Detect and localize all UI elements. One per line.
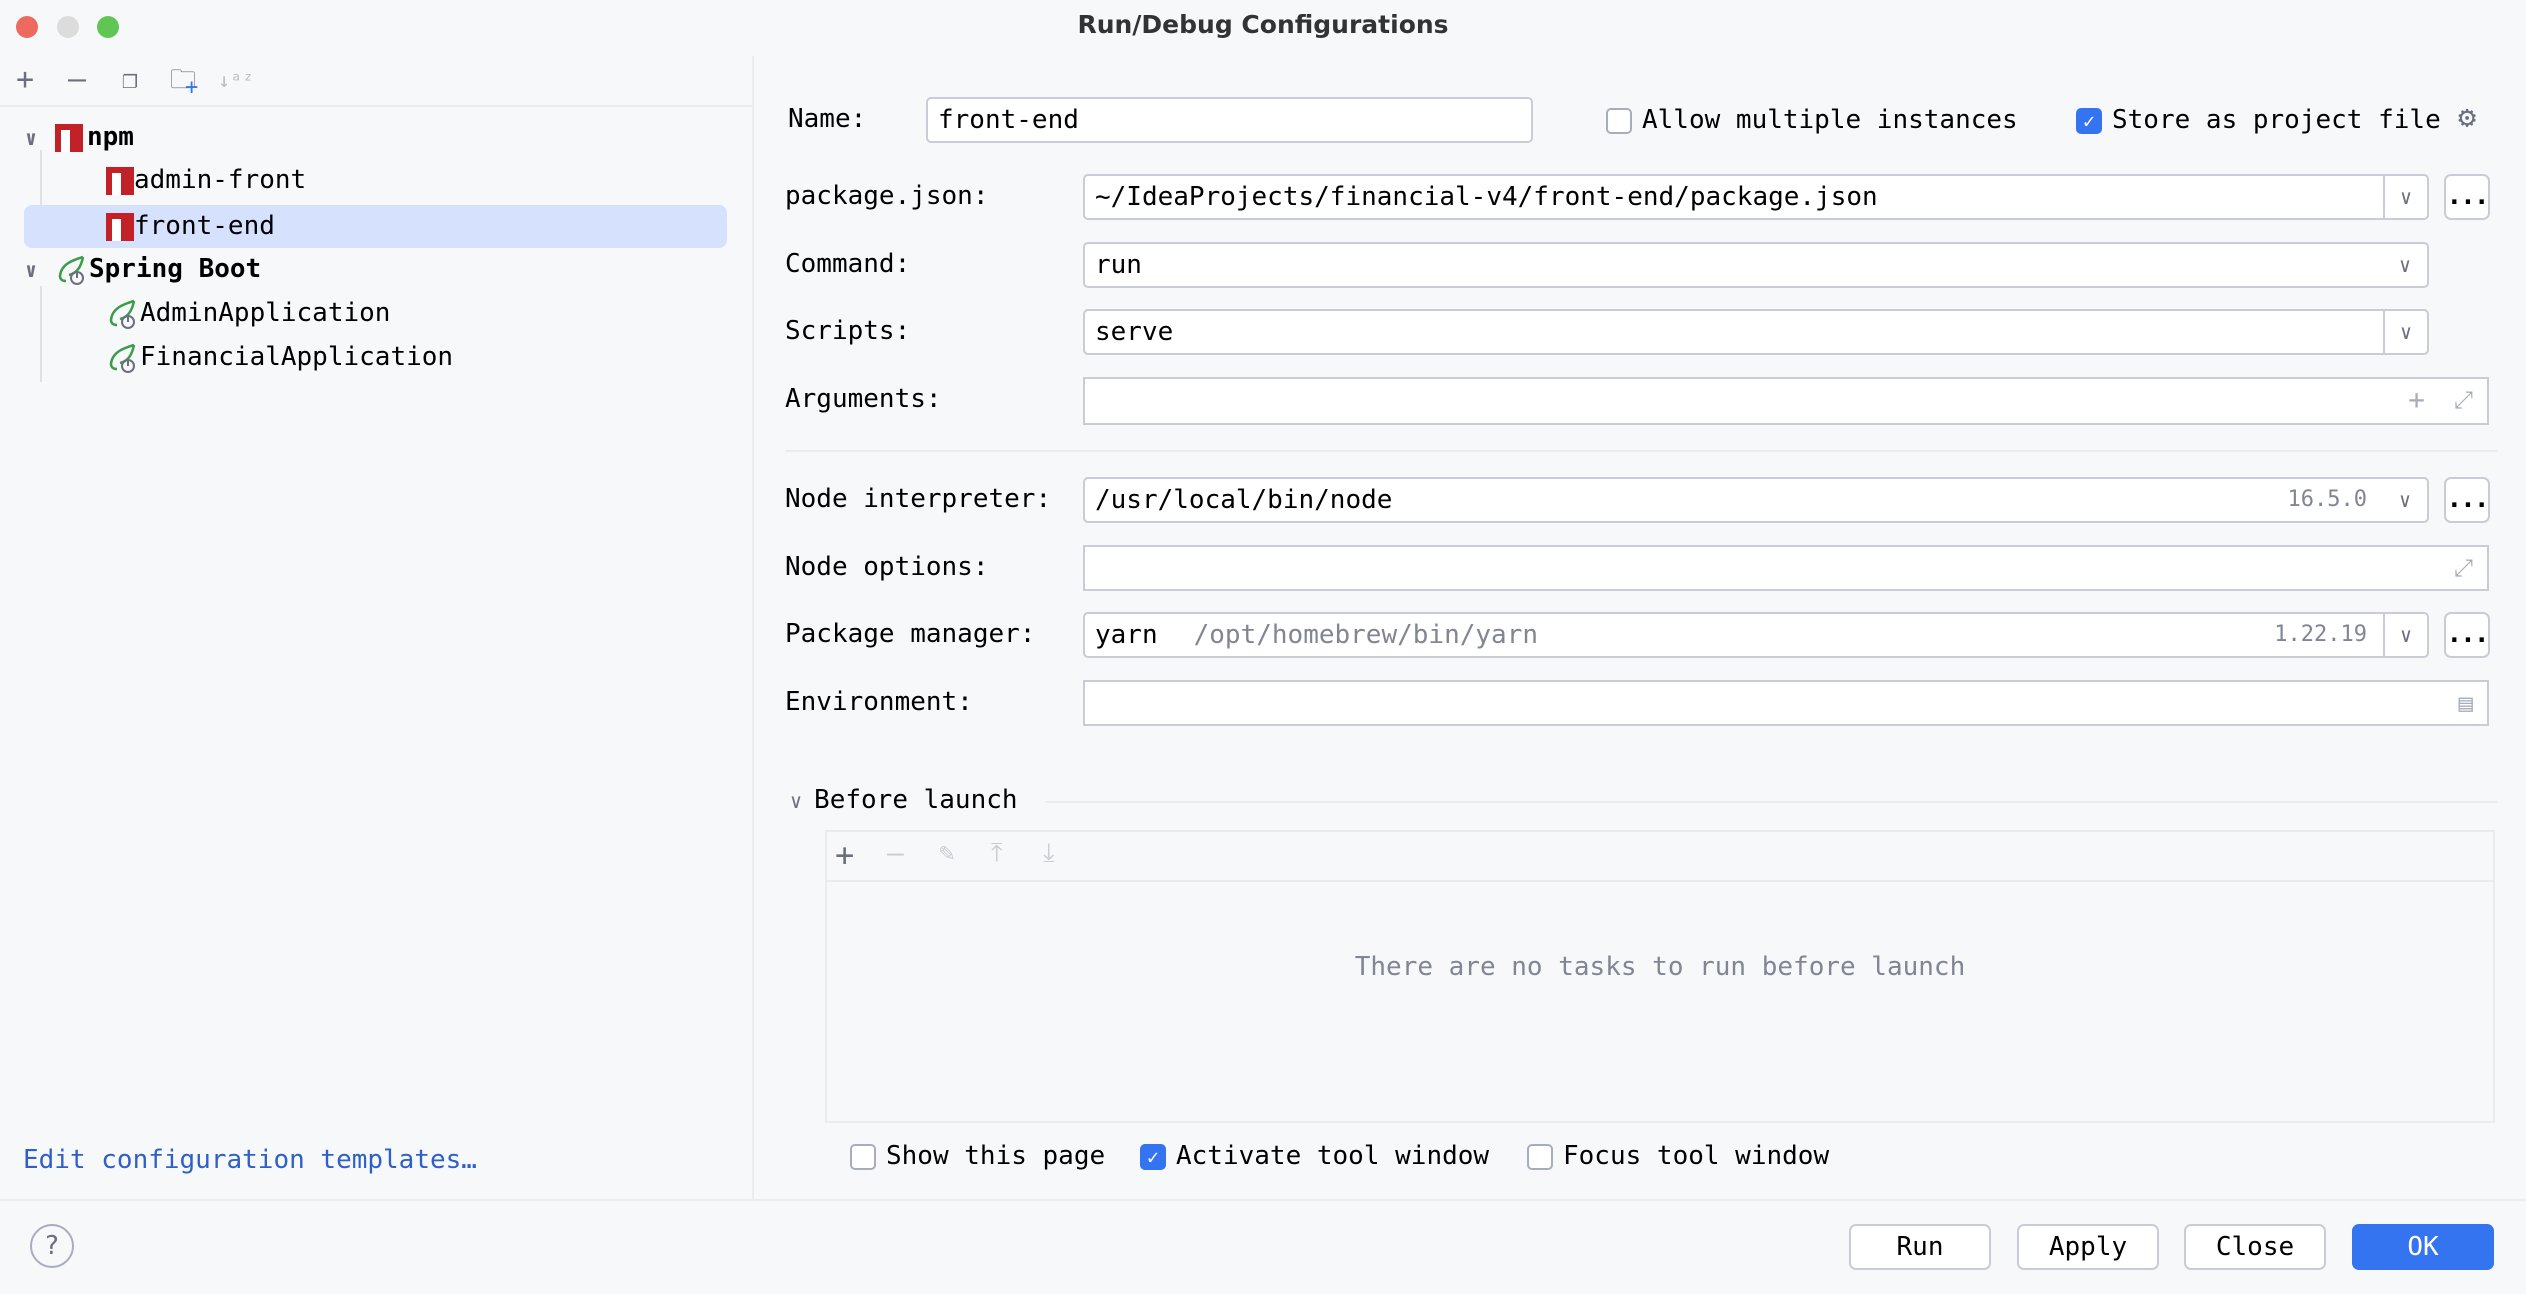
chevron-down-icon[interactable]: ∨ xyxy=(2383,244,2427,286)
focus-tool-checkbox[interactable]: Focus tool window xyxy=(1527,1136,1829,1176)
chevron-down-icon[interactable]: ∨ xyxy=(2383,176,2427,218)
tree-item-admin-front[interactable]: admin-front xyxy=(106,159,306,201)
tree-guide xyxy=(40,286,42,382)
section-separator xyxy=(785,450,2497,452)
activate-tool-checkbox[interactable]: ✓ Activate tool window xyxy=(1140,1136,1489,1176)
edit-templates-link[interactable]: Edit configuration templates… xyxy=(23,1145,477,1175)
expand-icon[interactable]: ⤢ xyxy=(2454,379,2473,421)
checkmark-icon[interactable]: ✓ xyxy=(2076,107,2102,134)
toolbar-separator xyxy=(0,105,752,107)
chevron-down-icon[interactable]: ∨ xyxy=(2383,479,2427,521)
move-up-icon[interactable]: ⤒ xyxy=(991,838,1003,869)
chevron-down-icon[interactable]: ∨ xyxy=(790,789,802,813)
spring-boot-icon xyxy=(58,255,85,285)
command-label: Command: xyxy=(785,249,911,279)
apply-button[interactable]: Apply xyxy=(2017,1224,2159,1270)
move-down-icon[interactable]: ⤓ xyxy=(1043,838,1055,869)
document-icon[interactable]: ▤ xyxy=(2459,682,2473,724)
tree-group-npm[interactable]: ∨ npm xyxy=(25,116,134,158)
node-options-input[interactable]: ⤢ xyxy=(1083,545,2489,591)
before-launch-panel: + — ✎ ⤒ ⤓ There are no tasks to run befo… xyxy=(825,830,2495,1123)
package-manager-select[interactable]: yarn/opt/homebrew/bin/yarn 1.22.19 ∨ xyxy=(1083,612,2429,658)
tree-item-financial-application[interactable]: FinancialApplication xyxy=(106,336,453,378)
spring-boot-icon xyxy=(109,343,136,373)
ok-button[interactable]: OK xyxy=(2352,1224,2494,1270)
tree-item-admin-application[interactable]: AdminApplication xyxy=(106,292,390,334)
npm-icon xyxy=(55,123,83,152)
command-select[interactable]: run ∨ xyxy=(1083,242,2429,288)
before-launch-toolbar: + — ✎ ⤒ ⤓ xyxy=(827,832,2493,882)
footer-separator xyxy=(0,1199,2526,1201)
tree-item-front-end[interactable]: front-end xyxy=(106,205,275,247)
empty-tasks-text: There are no tasks to run before launch xyxy=(1354,952,1966,982)
window-title: Run/Debug Configurations xyxy=(1077,10,1449,39)
close-button[interactable]: Close xyxy=(2184,1224,2326,1270)
arguments-input[interactable]: + ⤢ xyxy=(1083,377,2489,425)
name-input[interactable]: front-end xyxy=(926,97,1533,143)
remove-icon[interactable]: — xyxy=(59,62,95,98)
header-line xyxy=(1045,801,2497,803)
environment-label: Environment: xyxy=(785,687,973,717)
before-launch-header[interactable]: ∨ Before launch xyxy=(790,780,1018,821)
pane-divider[interactable] xyxy=(752,56,754,1200)
node-interpreter-select[interactable]: /usr/local/bin/node 16.5.0 ∨ xyxy=(1083,477,2429,523)
scripts-label: Scripts: xyxy=(785,316,911,346)
chevron-down-icon[interactable]: ∨ xyxy=(25,117,55,159)
add-icon[interactable]: + xyxy=(2408,379,2425,421)
checkbox[interactable] xyxy=(850,1143,876,1170)
spring-boot-icon xyxy=(109,299,136,329)
npm-icon xyxy=(106,212,134,241)
expand-icon[interactable]: ⤢ xyxy=(2454,547,2473,589)
gear-icon[interactable]: ⚙ xyxy=(2458,100,2476,135)
browse-node-button[interactable]: ... xyxy=(2444,477,2490,523)
environment-input[interactable]: ▤ xyxy=(1083,680,2489,726)
new-folder-icon[interactable]: 🗀 + xyxy=(165,62,201,100)
sort-alpha-icon[interactable]: ↓ᵃᶻ xyxy=(218,62,254,98)
checkmark-icon[interactable]: ✓ xyxy=(1140,1143,1166,1170)
name-label: Name: xyxy=(788,104,867,134)
package-json-input[interactable]: ~/IdeaProjects/financial-v4/front-end/pa… xyxy=(1083,174,2429,220)
checkbox[interactable] xyxy=(1527,1143,1553,1170)
browse-package-manager-button[interactable]: ... xyxy=(2444,612,2490,658)
run-button[interactable]: Run xyxy=(1849,1224,1991,1270)
scripts-select[interactable]: serve ∨ xyxy=(1083,309,2429,355)
node-interpreter-label: Node interpreter: xyxy=(785,484,1052,514)
checkbox[interactable] xyxy=(1606,107,1632,134)
edit-icon[interactable]: ✎ xyxy=(939,838,955,868)
show-page-checkbox[interactable]: Show this page xyxy=(850,1136,1105,1176)
copy-icon[interactable]: ❐ xyxy=(112,62,148,98)
close-window-button[interactable] xyxy=(16,16,38,38)
chevron-down-icon[interactable]: ∨ xyxy=(2383,311,2427,353)
help-button[interactable]: ? xyxy=(30,1224,74,1268)
remove-icon[interactable]: — xyxy=(887,836,904,869)
chevron-down-icon[interactable]: ∨ xyxy=(2383,614,2427,656)
store-project-checkbox[interactable]: ✓ Store as project file xyxy=(2076,100,2441,140)
arguments-label: Arguments: xyxy=(785,384,942,414)
package-json-label: package.json: xyxy=(785,181,989,211)
chevron-down-icon[interactable]: ∨ xyxy=(25,249,55,291)
add-icon[interactable]: + xyxy=(7,62,43,98)
node-options-label: Node options: xyxy=(785,552,989,582)
allow-multiple-checkbox[interactable]: Allow multiple instances xyxy=(1606,100,2018,140)
maximize-window-button[interactable] xyxy=(97,16,119,38)
minimize-window-button[interactable] xyxy=(57,16,79,38)
npm-icon xyxy=(106,166,134,195)
browse-package-json-button[interactable]: ... xyxy=(2444,174,2490,220)
package-manager-label: Package manager: xyxy=(785,619,1036,649)
tree-group-spring-boot[interactable]: ∨ Spring Boot xyxy=(25,248,261,290)
add-icon[interactable]: + xyxy=(835,836,854,874)
